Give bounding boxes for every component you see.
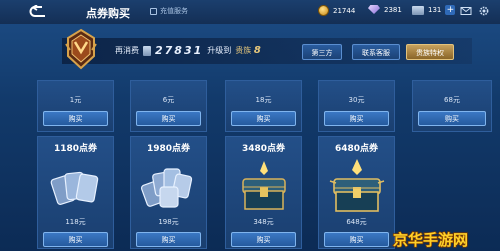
vip-upgrade-to: 升级到 xyxy=(207,46,232,55)
product-price: 348元 xyxy=(253,218,274,226)
buy-button[interactable]: 购买 xyxy=(136,111,201,126)
product-card: 3480点券 348元 购买 xyxy=(225,136,302,249)
product-card: 6元 购买 xyxy=(130,80,207,132)
product-card: 1980点券 198元 购买 xyxy=(130,136,207,249)
buy-button[interactable]: 购买 xyxy=(324,111,389,126)
gem-value: 2381 xyxy=(384,5,402,14)
ticket-stack-icon xyxy=(140,168,192,208)
product-price: 6元 xyxy=(162,96,175,104)
buy-button[interactable]: 购买 xyxy=(231,111,296,126)
product-price: 68元 xyxy=(444,96,460,104)
contact-support-button[interactable]: 联系客服 xyxy=(352,44,400,60)
vip-upgrade-message: 再消费 27831 升级到 贵族 8 xyxy=(115,44,261,57)
product-card: 30元 购买 xyxy=(318,80,395,132)
product-card: 18元 购买 xyxy=(225,80,302,132)
gem-balance: 2381 xyxy=(368,5,402,14)
gem-icon xyxy=(368,5,380,14)
product-price: 18元 xyxy=(255,96,272,104)
product-price: 30元 xyxy=(348,96,365,104)
treasure-chest-icon xyxy=(241,161,286,210)
tab-recharge-service[interactable]: 充值服务 xyxy=(150,6,188,16)
product-amount: 1180点券 xyxy=(53,144,98,154)
buy-button[interactable]: 购买 xyxy=(136,232,201,247)
product-card: 1元 购买 xyxy=(37,80,114,132)
product-card: 1180点券 118元 购买 xyxy=(37,136,114,249)
tab-recharge-service-label: 充值服务 xyxy=(160,7,188,15)
ticket-value: 131 xyxy=(428,6,442,14)
vip-privilege-button[interactable]: 贵族特权 xyxy=(406,44,454,60)
page-title: 点券购买 xyxy=(86,7,130,20)
ticket-balance: 131 + xyxy=(412,5,456,15)
ticket-icon xyxy=(412,5,424,15)
product-price: 648元 xyxy=(346,218,367,226)
mail-icon[interactable] xyxy=(460,5,472,17)
settings-gear-icon[interactable] xyxy=(478,5,490,17)
buy-button[interactable]: 购买 xyxy=(43,232,108,247)
product-amount: 6480点券 xyxy=(334,144,379,154)
add-tickets-button[interactable]: + xyxy=(445,5,456,15)
vip-level-label: 贵族 xyxy=(235,46,252,55)
service-icon xyxy=(150,7,157,15)
back-arrow-icon[interactable] xyxy=(28,5,48,18)
product-price: 198元 xyxy=(158,218,179,226)
buy-button[interactable]: 购买 xyxy=(43,111,108,126)
gold-coin-balance: 21744 xyxy=(318,5,355,16)
buy-button[interactable]: 购买 xyxy=(418,111,486,126)
buy-button[interactable]: 购买 xyxy=(324,232,389,247)
buy-button[interactable]: 购买 xyxy=(231,232,296,247)
coin-value: 21744 xyxy=(333,6,356,15)
product-card: 68元 购买 xyxy=(412,80,492,132)
coin-icon xyxy=(318,5,329,16)
product-price: 1元 xyxy=(69,96,82,104)
third-party-button[interactable]: 第三方 xyxy=(302,44,342,60)
watermark-logo: 京华手游网 xyxy=(392,230,469,249)
product-card: 6480点券 648元 购买 xyxy=(318,136,395,249)
treasure-chest-icon xyxy=(329,159,384,212)
ticket-stack-icon xyxy=(50,171,98,205)
product-amount: 3480点券 xyxy=(241,144,286,154)
vip-prefix: 再消费 xyxy=(115,46,139,55)
watermark-text: 京华手游网 xyxy=(393,231,468,249)
vip-level-number: 8 xyxy=(253,45,261,56)
ticket-icon xyxy=(143,45,151,56)
vip-amount-needed: 27831 xyxy=(155,44,204,57)
product-amount: 1980点券 xyxy=(146,144,191,154)
product-price: 118元 xyxy=(65,218,86,226)
vip-badge-icon xyxy=(65,28,97,70)
